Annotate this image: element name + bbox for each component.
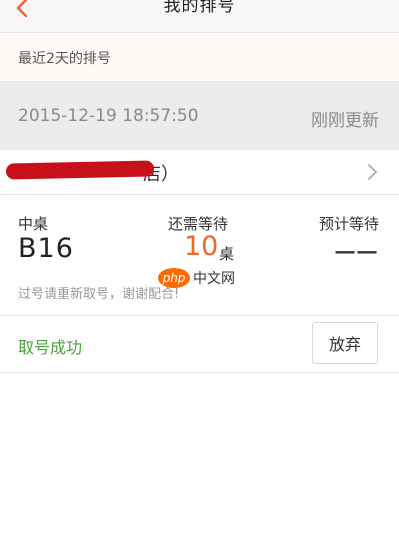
store-row[interactable]: 店） (0, 150, 399, 195)
status-text: 取号成功 (18, 338, 83, 357)
skip-notice: 过号请重新取号，谢谢配合! (18, 287, 180, 302)
table-type-label: 中桌 (18, 215, 49, 233)
estimate-value: 一一 (335, 241, 379, 265)
nav-header: 我的排号 (0, 0, 399, 33)
page-title: 我的排号 (163, 0, 236, 16)
wait-count: 10 (184, 231, 219, 262)
chevron-right-icon (368, 164, 377, 180)
abandon-button[interactable]: 放弃 (312, 322, 378, 364)
timestamp-text: 2015-12-19 18:57:50 (18, 106, 199, 126)
refresh-status: 刚刚更新 (311, 111, 379, 131)
wait-unit: 桌 (219, 245, 235, 263)
divider (0, 315, 399, 316)
queue-info: 中桌 还需等待 预计等待 B16 10 桌 一一 过号请重新取号，谢谢配合! p… (0, 195, 399, 315)
divider (0, 372, 399, 373)
recent-section-header: 最近2天的排号 (0, 33, 399, 82)
queue-number: B16 (18, 233, 74, 264)
redaction-mark (5, 160, 155, 180)
queue-detail-screen: 我的排号 最近2天的排号 2015-12-19 18:57:50 刚刚更新 店）… (0, 0, 399, 560)
estimate-label: 预计等待 (318, 215, 379, 233)
watermark-logo: php 中文网 (158, 265, 240, 291)
recent-label: 最近2天的排号 (18, 51, 111, 67)
watermark-text: 中文网 (193, 271, 235, 287)
php-logo-mark: php (158, 268, 190, 288)
timestamp-bar: 2015-12-19 18:57:50 刚刚更新 (0, 82, 399, 150)
